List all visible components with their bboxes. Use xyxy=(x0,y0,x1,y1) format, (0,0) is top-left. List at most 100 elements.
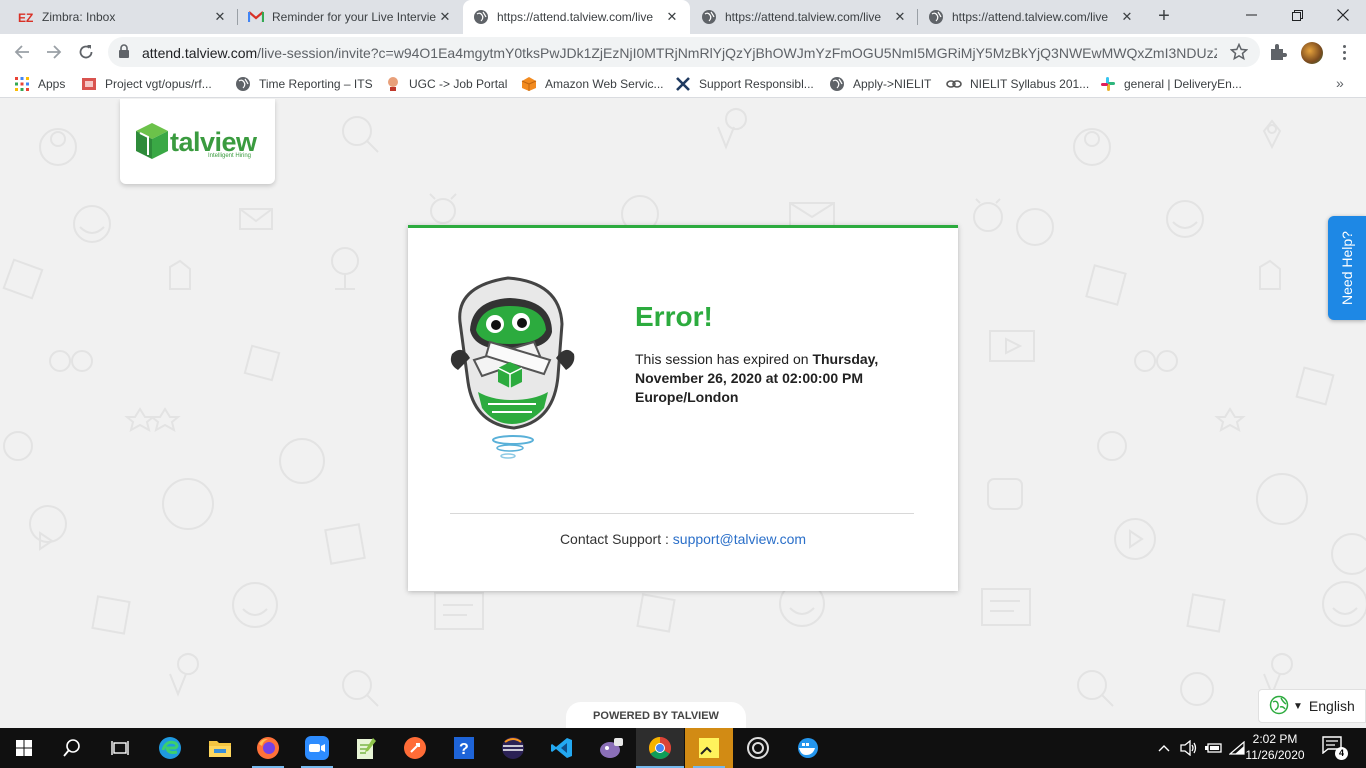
close-icon[interactable]: ✕ xyxy=(212,9,228,25)
taskbar-notepad-plus[interactable] xyxy=(342,728,390,768)
eclipse-icon xyxy=(502,737,524,759)
tab-zimbra[interactable]: EZ Zimbra: Inbox ✕ xyxy=(8,0,238,34)
task-view-icon xyxy=(111,741,129,755)
bookmark-nielit-syllabus[interactable]: NIELIT Syllabus 201... xyxy=(946,75,1089,93)
bookmark-label: Project vgt/opus/rf... xyxy=(105,77,212,91)
taskbar-edge[interactable] xyxy=(146,728,194,768)
address-bar[interactable]: attend.talview.com/live-session/invite?c… xyxy=(108,37,1260,67)
globe-icon xyxy=(928,9,944,25)
bookmark-support[interactable]: Support Responsibl... xyxy=(675,75,814,93)
notepad-plus-icon xyxy=(357,738,376,759)
taskbar-chrome[interactable] xyxy=(636,728,684,768)
gmail-icon xyxy=(248,9,264,25)
globe-icon xyxy=(473,9,489,25)
clock-time: 2:02 PM xyxy=(1252,732,1298,746)
browser-menu-button[interactable] xyxy=(1334,41,1354,63)
powered-by-footer: POWERED BY TALVIEW xyxy=(566,702,746,728)
reload-icon xyxy=(79,45,93,59)
language-globe-icon xyxy=(1269,695,1289,718)
taskbar-vscode[interactable] xyxy=(538,728,586,768)
new-tab-button[interactable]: + xyxy=(1152,5,1176,29)
bookmark-project[interactable]: Project vgt/opus/rf... xyxy=(81,75,212,93)
bookmark-ugc[interactable]: UGC -> Job Portal xyxy=(385,75,507,93)
close-icon xyxy=(1337,9,1349,21)
close-window-button[interactable] xyxy=(1320,0,1366,30)
minimize-button[interactable] xyxy=(1228,0,1274,30)
error-message: This session has expired on Thursday, No… xyxy=(635,350,895,407)
bookmark-nielit[interactable]: Apply->NIELIT xyxy=(829,75,931,93)
search-icon xyxy=(63,739,80,757)
taskbar-docker[interactable] xyxy=(784,728,832,768)
contact-support: Contact Support : support@talview.com xyxy=(408,531,958,547)
talview-logo[interactable]: talview Intelligent Hiring xyxy=(120,99,275,184)
forward-button[interactable] xyxy=(40,38,68,66)
chrome-icon xyxy=(649,737,671,759)
taskbar-firefox[interactable] xyxy=(244,728,292,768)
language-selector[interactable]: ▼ English xyxy=(1258,689,1366,723)
aws-icon xyxy=(521,76,537,92)
firefox-icon xyxy=(257,737,279,759)
taskbar-sticky-notes[interactable] xyxy=(685,728,733,768)
dbeaver-icon xyxy=(600,738,623,758)
arrow-left-icon xyxy=(14,45,29,59)
taskbar-zoom[interactable] xyxy=(293,728,341,768)
url-path: /live-session/invite?c=w94O1Ea4mgytmY0tk… xyxy=(257,45,1217,61)
windows-taskbar: ? 2:02 PM 11/26/2020 4 xyxy=(0,728,1366,768)
url-text[interactable]: attend.talview.com/live-session/invite?c… xyxy=(142,45,1217,61)
bookmark-label: Apply->NIELIT xyxy=(853,77,932,91)
bookmark-label: NIELIT Syllabus 201... xyxy=(970,77,1090,91)
taskbar-postman[interactable] xyxy=(391,728,439,768)
bookmarks-overflow-button[interactable]: » xyxy=(1336,75,1344,91)
bookmark-time-reporting[interactable]: Time Reporting – ITS xyxy=(235,75,373,93)
battery-icon xyxy=(1205,743,1222,753)
taskbar-clock[interactable]: 2:02 PM 11/26/2020 xyxy=(1244,731,1306,763)
restore-icon xyxy=(1291,9,1303,21)
tray-overflow-button[interactable] xyxy=(1156,728,1172,768)
reload-button[interactable] xyxy=(72,38,100,66)
apps-grid-icon xyxy=(14,76,30,92)
bookmark-apps[interactable]: Apps xyxy=(14,75,65,93)
tab-talview-3[interactable]: https://attend.talview.com/live ✕ xyxy=(918,0,1145,34)
profile-avatar[interactable] xyxy=(1301,42,1323,64)
slack-icon xyxy=(1100,76,1116,92)
page-content: talview Intelligent Hiring Error! This s… xyxy=(0,99,1366,728)
taskbar-file-explorer[interactable] xyxy=(196,728,244,768)
tray-battery[interactable] xyxy=(1202,728,1224,768)
bookmark-aws[interactable]: Amazon Web Servic... xyxy=(521,75,664,93)
taskbar-eclipse[interactable] xyxy=(489,728,537,768)
need-help-button[interactable]: Need Help? xyxy=(1328,216,1366,320)
task-view-button[interactable] xyxy=(96,728,144,768)
wifi-icon xyxy=(1229,741,1245,755)
file-explorer-icon xyxy=(209,741,231,757)
taskbar-help[interactable]: ? xyxy=(440,728,488,768)
language-label: English xyxy=(1308,698,1355,714)
tab-title: https://attend.talview.com/live xyxy=(725,10,882,24)
start-button[interactable] xyxy=(0,728,48,768)
tab-talview-2[interactable]: https://attend.talview.com/live ✕ xyxy=(691,0,918,34)
star-icon[interactable] xyxy=(1229,42,1249,64)
close-icon[interactable]: ✕ xyxy=(1119,9,1135,25)
bookmark-label: Amazon Web Servic... xyxy=(545,77,664,91)
bookmark-slack[interactable]: general | DeliveryEn... xyxy=(1100,75,1242,93)
action-center-button[interactable]: 4 xyxy=(1322,736,1348,760)
svg-text:EZ: EZ xyxy=(18,11,33,24)
contact-label: Contact Support : xyxy=(559,531,673,547)
restore-button[interactable] xyxy=(1274,0,1320,30)
tab-title: https://attend.talview.com/live xyxy=(497,10,654,24)
globe-icon xyxy=(235,76,251,92)
docker-icon xyxy=(798,738,818,758)
close-icon[interactable]: ✕ xyxy=(437,9,453,25)
close-icon[interactable]: ✕ xyxy=(664,9,680,25)
tab-gmail[interactable]: Reminder for your Live Intervie ✕ xyxy=(238,0,463,34)
extensions-icon[interactable] xyxy=(1268,42,1288,65)
taskbar-dbeaver[interactable] xyxy=(587,728,635,768)
tray-volume[interactable] xyxy=(1178,728,1200,768)
tab-talview-active[interactable]: https://attend.talview.com/live ✕ xyxy=(463,0,690,34)
error-message-prefix: This session has expired on xyxy=(635,351,813,367)
back-button[interactable] xyxy=(8,38,36,66)
taskbar-search-button[interactable] xyxy=(48,728,96,768)
support-email-link[interactable]: support@talview.com xyxy=(673,531,806,547)
sticky-notes-icon xyxy=(699,738,719,758)
close-icon[interactable]: ✕ xyxy=(892,9,908,25)
taskbar-obs[interactable] xyxy=(734,728,782,768)
